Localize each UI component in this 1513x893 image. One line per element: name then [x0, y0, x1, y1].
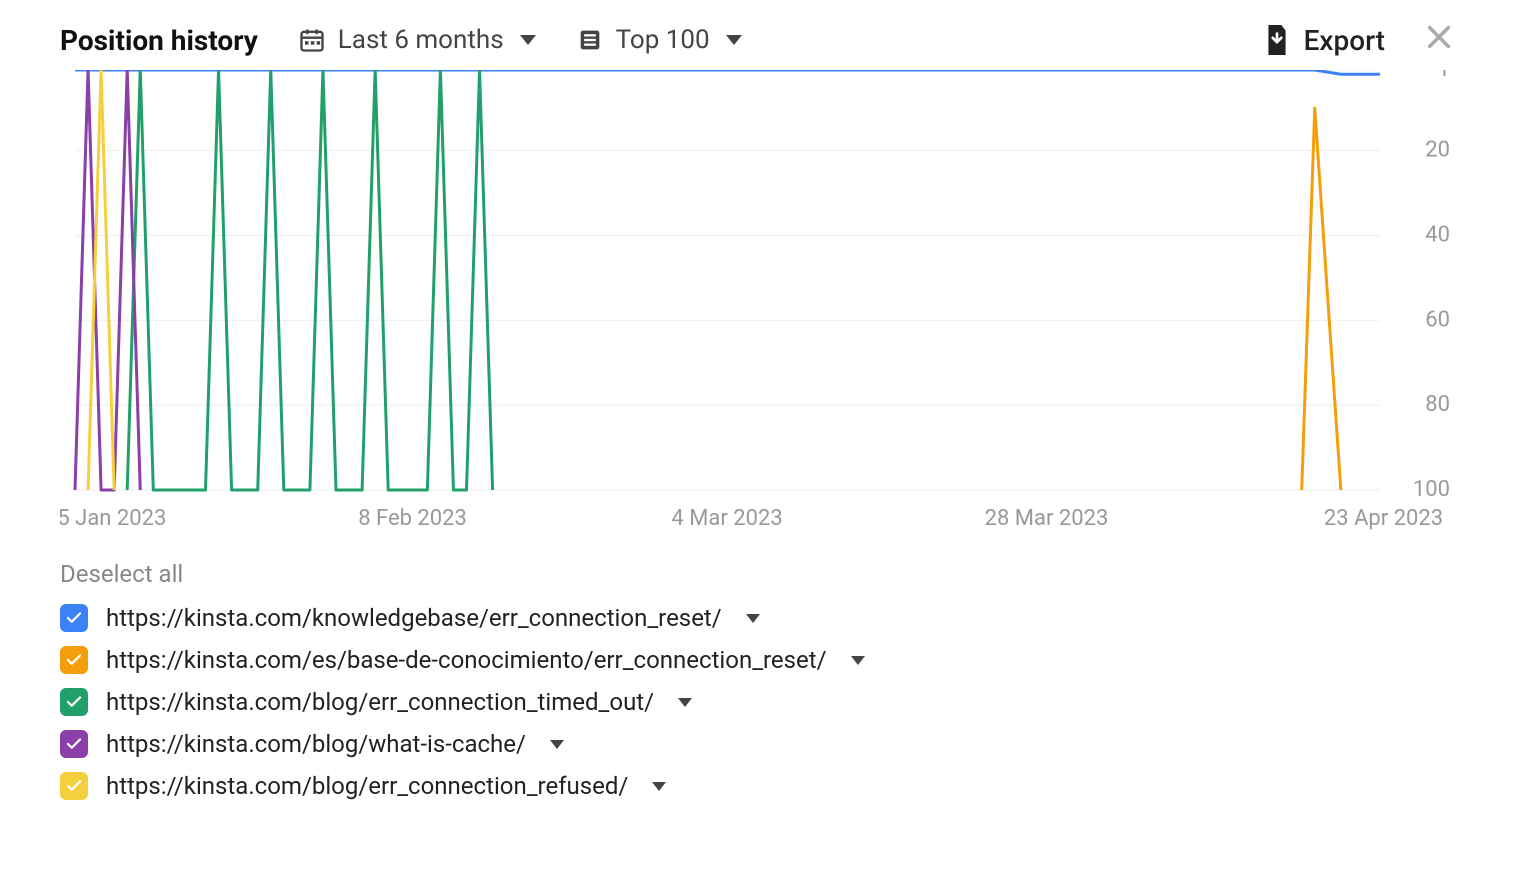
legend-label: https://kinsta.com/knowledgebase/err_con…	[106, 604, 722, 632]
x-tick-label: 8 Feb 2023	[358, 506, 467, 530]
x-tick-label: 28 Mar 2023	[985, 506, 1109, 530]
legend-checkbox[interactable]	[60, 604, 88, 632]
legend-item[interactable]: https://kinsta.com/knowledgebase/err_con…	[60, 604, 1513, 632]
chevron-down-icon[interactable]	[678, 698, 692, 707]
x-tick-label: 15 Jan 2023	[60, 506, 166, 530]
position-history-chart: 1 20 40 60 80 100 15 Jan 2023 8 Feb 2023 4 Mar 2…	[60, 70, 1480, 530]
close-icon	[1425, 23, 1453, 51]
y-tick-label: 40	[1425, 222, 1450, 247]
legend-checkbox[interactable]	[60, 772, 88, 800]
y-tick-label: 100	[1413, 477, 1450, 502]
header-bar: Position history Last 6 months Top 100	[0, 0, 1513, 70]
legend-checkbox[interactable]	[60, 730, 88, 758]
list-icon	[576, 26, 604, 54]
export-button[interactable]: Export	[1264, 24, 1385, 57]
series-line	[1302, 108, 1341, 490]
series-line	[88, 70, 114, 490]
scope-dropdown[interactable]: Top 100	[576, 25, 742, 55]
export-label: Export	[1304, 24, 1385, 57]
legend-label: https://kinsta.com/blog/what-is-cache/	[106, 730, 526, 758]
chevron-down-icon[interactable]	[550, 740, 564, 749]
legend-item[interactable]: https://kinsta.com/blog/err_connection_r…	[60, 772, 1513, 800]
y-tick-label: 80	[1425, 392, 1450, 417]
chevron-down-icon[interactable]	[652, 782, 666, 791]
x-tick-label: 4 Mar 2023	[671, 506, 782, 530]
legend-checkbox[interactable]	[60, 646, 88, 674]
page-title: Position history	[60, 24, 258, 57]
deselect-all-button[interactable]: Deselect all	[60, 560, 1513, 588]
y-tick-label: 60	[1425, 307, 1450, 332]
chevron-down-icon	[726, 35, 742, 45]
legend-item[interactable]: https://kinsta.com/blog/err_connection_t…	[60, 688, 1513, 716]
date-range-dropdown[interactable]: Last 6 months	[298, 25, 536, 55]
chevron-down-icon[interactable]	[851, 656, 865, 665]
legend: Deselect all https://kinsta.com/knowledg…	[0, 530, 1513, 800]
x-tick-label: 23 Apr 2023	[1324, 506, 1443, 530]
series-line	[127, 70, 492, 490]
legend-item[interactable]: https://kinsta.com/es/base-de-conocimien…	[60, 646, 1513, 674]
close-button[interactable]	[1425, 20, 1453, 60]
legend-item[interactable]: https://kinsta.com/blog/what-is-cache/	[60, 730, 1513, 758]
legend-label: https://kinsta.com/blog/err_connection_t…	[106, 688, 654, 716]
calendar-icon	[298, 26, 326, 54]
scope-label: Top 100	[616, 25, 710, 55]
legend-label: https://kinsta.com/es/base-de-conocimien…	[106, 646, 827, 674]
date-range-label: Last 6 months	[338, 25, 504, 55]
y-tick-label: 20	[1425, 138, 1450, 163]
y-tick-label: 1	[1438, 70, 1450, 82]
chevron-down-icon	[520, 35, 536, 45]
legend-label: https://kinsta.com/blog/err_connection_r…	[106, 772, 628, 800]
chevron-down-icon[interactable]	[746, 614, 760, 623]
export-icon	[1264, 25, 1290, 55]
legend-checkbox[interactable]	[60, 688, 88, 716]
